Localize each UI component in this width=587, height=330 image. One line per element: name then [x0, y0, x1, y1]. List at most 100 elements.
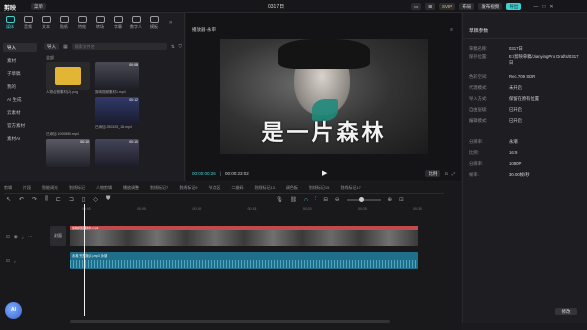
chevron-right-icon[interactable]: » [169, 20, 172, 26]
playhead[interactable] [84, 204, 85, 316]
timeline-tab[interactable]: 播放调整 [123, 185, 139, 191]
grid-view-icon[interactable]: ▦ [63, 44, 68, 50]
lock-icon[interactable]: ⊡ [6, 234, 10, 240]
ratio-button[interactable]: 比例 [425, 170, 441, 177]
sidebar-item-ai-generate[interactable]: AI 生成 [3, 95, 37, 104]
toolbar-tabs: 媒体 音频 文本 贴纸 特效 转场 字幕 数字人 模板 » [3, 16, 172, 30]
tab-audio[interactable]: 音频 [21, 16, 35, 30]
select-icon[interactable]: ↖ [6, 196, 11, 203]
audio-clip[interactable]: 永潮 完整版(1).mp3 永潮 [70, 252, 418, 269]
play-icon[interactable]: ▶ [322, 169, 327, 177]
maximize-icon[interactable]: □ [542, 4, 545, 10]
fullscreen-icon[interactable]: ⤢ [452, 171, 455, 176]
timeline-tab[interactable]: 划线标记13 [254, 185, 274, 191]
sidebar-item-cloud[interactable]: 云素材 [3, 108, 37, 117]
menu-icon[interactable]: ≡ [450, 27, 453, 33]
video-clip[interactable]: 剪映视频素材1.mp4 [70, 226, 418, 246]
tab-avatar[interactable]: 数字人 [129, 16, 143, 30]
split-left-icon[interactable]: ⊏ [56, 196, 61, 203]
zoom-in-icon[interactable]: ⊕ [388, 197, 393, 203]
sidebar-item-material[interactable]: 素材 [3, 56, 37, 65]
zoom-out-icon[interactable]: ⊖ [335, 197, 340, 203]
tab-template[interactable]: 模板 [147, 16, 161, 30]
eye-icon[interactable]: ◉ [14, 234, 18, 240]
filter-icon[interactable]: ⛉ [179, 44, 182, 49]
media-item[interactable] [46, 97, 90, 130]
magnet-icon[interactable]: ∩ [304, 197, 308, 203]
sidebar-item-official[interactable]: 官方素材 [3, 121, 37, 130]
timeline-tab[interactable]: 划线标记17 [340, 185, 360, 191]
crop-icon[interactable]: ⊡ [444, 171, 447, 176]
shield-icon[interactable]: ⛊ [106, 196, 111, 203]
split-icon[interactable]: ⫼ [45, 196, 48, 203]
tab-effect[interactable]: 特效 [75, 16, 89, 30]
fit-icon[interactable]: ⊡ [399, 197, 404, 203]
redo-icon[interactable]: ↷ [32, 196, 37, 203]
publish-button[interactable]: 发布视频 [478, 3, 503, 10]
timeline-tab[interactable]: 调色板 [286, 185, 298, 191]
timeline-tab[interactable]: 划线标记7 [150, 185, 168, 191]
timeline-tab[interactable]: 划线标记9 [179, 185, 197, 191]
horizontal-scrollbar[interactable] [70, 320, 390, 323]
media-item[interactable]: 00:08 剪映视频素材1.mp4 [95, 62, 139, 95]
zoom-slider[interactable] [346, 196, 381, 202]
template-icon [149, 16, 159, 23]
timeline-tab[interactable]: 片段 [23, 185, 31, 191]
link-icon[interactable]: ⛓ [290, 197, 297, 203]
sidebar-item-ai-material[interactable]: 素材AI [3, 134, 37, 143]
tab-text[interactable]: 文本 [39, 16, 53, 30]
timeline-tab[interactable]: 划线标记15 [309, 185, 329, 191]
more-icon[interactable]: ⋯ [28, 234, 33, 240]
menu-button[interactable]: 菜单 [31, 3, 46, 10]
export-button[interactable]: 导出 [506, 3, 522, 10]
timeline-tab[interactable]: 划线标记 [69, 185, 85, 191]
mask-icon[interactable]: ◇ [93, 196, 98, 203]
modify-button[interactable]: 修改 [555, 308, 577, 315]
layout-button[interactable]: 布局 [459, 3, 475, 10]
ai-assistant-button[interactable]: AI [5, 302, 22, 319]
minimize-icon[interactable]: — [533, 4, 538, 10]
split-right-icon[interactable]: ⊐ [69, 196, 74, 203]
timeline-tab[interactable]: 智能调光 [42, 185, 58, 191]
tab-transition[interactable]: 转场 [93, 16, 107, 30]
media-item[interactable]: . [95, 132, 139, 137]
tab-media[interactable]: 媒体 [3, 16, 17, 30]
hair-shape [278, 39, 370, 69]
sort-icon[interactable]: ⇅ [171, 44, 175, 50]
vip-badge[interactable]: SVIP [439, 3, 456, 10]
media-duration: 00:12 [129, 98, 138, 102]
timeline-tab[interactable]: 二维码 [231, 185, 243, 191]
sidebar-item-subdraft[interactable]: 子草稿 [3, 69, 37, 78]
media-duration: 00:10 [80, 140, 89, 144]
filter-all-label[interactable]: 全部 [46, 55, 54, 61]
lock-icon[interactable]: ⊡ [6, 258, 10, 264]
sidebar-item-import[interactable]: 导入 [3, 43, 37, 52]
layout-icon[interactable]: ▭ [411, 3, 422, 10]
media-item[interactable]: 人物合照素材(2).png [46, 62, 90, 95]
media-item[interactable]: 00:12 已添加 250325_18.mp4 [95, 97, 139, 130]
timeline-tab[interactable]: 节点区 [208, 185, 220, 191]
import-button[interactable]: 导入 [44, 43, 59, 50]
mute-icon[interactable]: ♪ [22, 235, 24, 240]
zoom-slider-handle[interactable] [358, 196, 364, 202]
tab-caption[interactable]: 字幕 [111, 16, 125, 30]
sidebar-item-mine[interactable]: 我的 [3, 82, 37, 91]
prop-label: 自由层级: [469, 106, 488, 112]
timeline-tab[interactable]: 人物剪辑 [96, 185, 112, 191]
timeline-tab[interactable]: 剪辑 [4, 185, 12, 191]
media-item[interactable]: 00:10 [95, 139, 139, 167]
mute-icon[interactable]: ♪ [14, 259, 16, 264]
undo-icon[interactable]: ↶ [19, 196, 24, 203]
close-icon[interactable]: ✕ [549, 4, 553, 10]
search-input[interactable]: 搜索文件名 [71, 43, 167, 50]
media-item[interactable]: 已添加 1000850.mp4 [46, 132, 90, 137]
grid-icon[interactable]: ⊞ [425, 3, 436, 10]
media-item[interactable]: 00:10 [46, 139, 90, 167]
mic-icon[interactable]: 🎙 [276, 197, 283, 203]
delete-icon[interactable]: ▯ [82, 196, 85, 203]
tab-sticker[interactable]: 贴纸 [57, 16, 71, 30]
cover-button[interactable]: 封面 [50, 226, 66, 246]
caption-icon[interactable]: ⊟ [323, 197, 328, 203]
video-preview[interactable]: 是一片森林 [220, 39, 428, 154]
preview-axis-icon[interactable]: ⫶ [315, 196, 316, 203]
